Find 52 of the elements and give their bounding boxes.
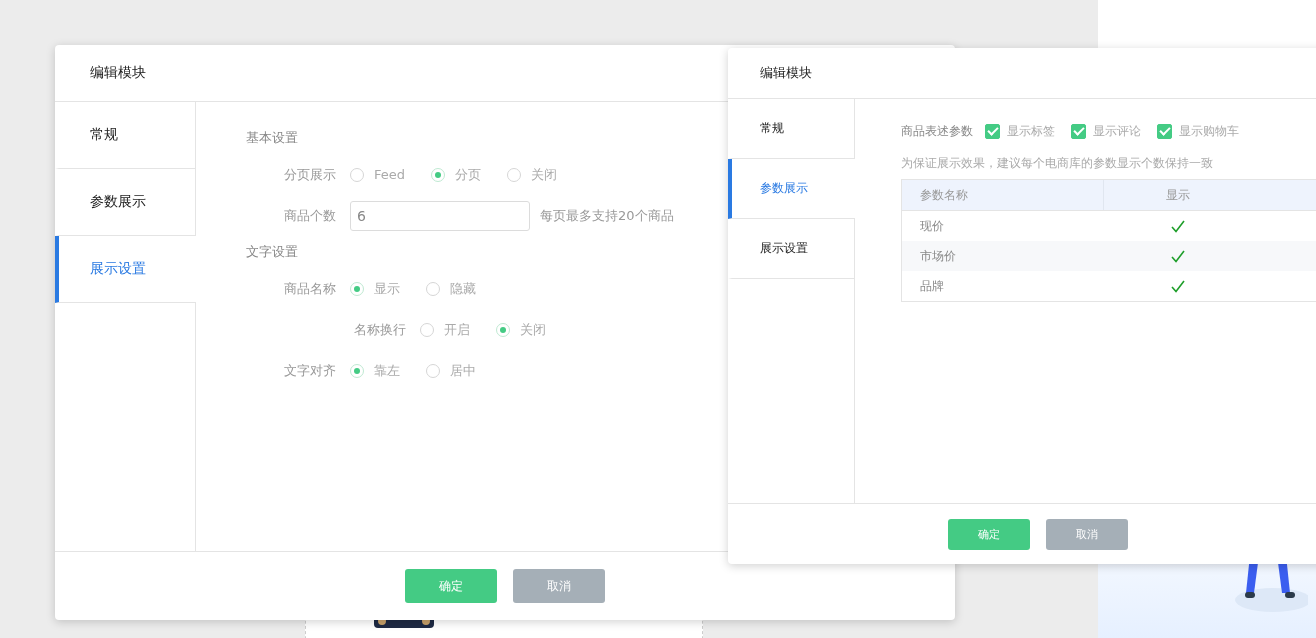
radio-option[interactable]: 分页 bbox=[431, 165, 481, 184]
radio-option[interactable]: 显示 bbox=[350, 279, 400, 298]
checkbox-option[interactable]: 显示购物车 bbox=[1157, 122, 1239, 140]
section-title: 基本设置 bbox=[246, 129, 299, 147]
dialog-title: 编辑模块 bbox=[760, 64, 812, 82]
radio-button[interactable] bbox=[507, 167, 521, 182]
section-title: 文字设置 bbox=[246, 243, 299, 261]
dialog-title: 编辑模块 bbox=[90, 64, 146, 82]
table-cell-text: 市场价 bbox=[919, 247, 957, 265]
field-label: 商品名称 bbox=[283, 279, 336, 298]
table-cell-text: 现价 bbox=[919, 217, 945, 235]
checkbox[interactable] bbox=[1071, 123, 1086, 139]
radio-option[interactable]: 开启 bbox=[420, 320, 470, 339]
checkbox-option[interactable]: 显示评论 bbox=[1071, 122, 1141, 140]
radio-option[interactable]: 居中 bbox=[426, 361, 476, 380]
sidebar-tab[interactable]: 参数展示 bbox=[55, 169, 195, 236]
radio-option[interactable]: 靠左 bbox=[350, 361, 400, 380]
radio-button[interactable] bbox=[420, 322, 434, 337]
column-header: 参数名称 bbox=[902, 180, 1104, 210]
radio-button[interactable] bbox=[431, 167, 445, 182]
sidebar-tab[interactable]: 展示设置 bbox=[728, 219, 854, 279]
table-cell-text: 品牌 bbox=[919, 277, 945, 295]
sidebar-tab[interactable]: 常规 bbox=[55, 102, 195, 169]
cancel-button[interactable]: 取消 bbox=[513, 569, 605, 603]
radio-button[interactable] bbox=[496, 322, 510, 337]
field-label: 商品表述参数 bbox=[901, 122, 973, 140]
radio-option[interactable]: 隐藏 bbox=[426, 279, 476, 298]
sidebar-tab[interactable]: 常规 bbox=[728, 99, 854, 159]
radio-option[interactable]: 关闭 bbox=[496, 320, 546, 339]
confirm-button[interactable]: 确定 bbox=[948, 518, 1030, 550]
radio-button[interactable] bbox=[350, 281, 364, 296]
checkbox[interactable] bbox=[985, 123, 1000, 139]
field-label: 商品个数 bbox=[283, 206, 336, 225]
column-header: 显示 bbox=[1165, 186, 1191, 204]
note-text: 为保证展示效果，建议每个电商库的参数显示个数保持一致 bbox=[901, 155, 1214, 172]
sidebar-tab[interactable]: 展示设置 bbox=[55, 236, 196, 303]
radio-button[interactable] bbox=[426, 363, 440, 378]
field-label: 分页展示 bbox=[283, 165, 336, 184]
checkbox[interactable] bbox=[1157, 123, 1172, 139]
cancel-button[interactable]: 取消 bbox=[1046, 518, 1128, 550]
input-field[interactable]: 6 bbox=[350, 200, 530, 231]
confirm-button[interactable]: 确定 bbox=[405, 569, 497, 603]
radio-button[interactable] bbox=[350, 167, 364, 182]
sidebar-tab[interactable]: 参数展示 bbox=[728, 159, 855, 219]
radio-option[interactable]: Feed bbox=[350, 167, 405, 182]
radio-button[interactable] bbox=[350, 363, 364, 378]
radio-option[interactable]: 关闭 bbox=[507, 165, 557, 184]
checkbox-option[interactable]: 显示标签 bbox=[985, 122, 1055, 140]
field-label: 名称换行 bbox=[353, 320, 406, 339]
field-label: 文字对齐 bbox=[283, 361, 336, 380]
hint-text: 每页最多支持20个商品 bbox=[540, 206, 674, 225]
radio-button[interactable] bbox=[426, 281, 440, 296]
